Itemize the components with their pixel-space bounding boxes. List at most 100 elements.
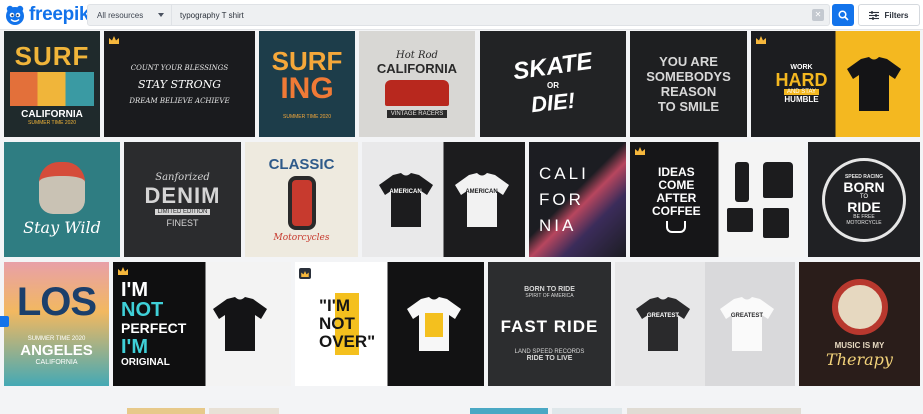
result-music-therapy[interactable]: MUSIC IS MY Therapy	[799, 262, 920, 386]
result-text: NOT	[319, 314, 355, 333]
badge: SPEED RACING BORN TO RIDE BE FREE MOTORC…	[822, 157, 906, 242]
resource-select[interactable]: All resources	[88, 5, 172, 25]
result-text: PERFECT	[121, 320, 187, 336]
result-text: I'M	[121, 279, 148, 301]
next-row-peek	[209, 408, 279, 414]
result-text: AMERICAN	[389, 188, 422, 195]
result-text: I'M	[121, 336, 148, 358]
result-text: CALIFORNIA	[35, 359, 78, 366]
result-text: DIE!	[529, 87, 577, 117]
result-text: YOU ARE	[659, 54, 718, 69]
result-los-angeles[interactable]: LOS SUMMER TIME 2020 ANGELES CALIFORNIA	[4, 262, 109, 386]
premium-crown-icon	[635, 147, 645, 155]
motorcycle-graphic	[287, 176, 316, 230]
search-input[interactable]	[172, 5, 812, 25]
result-text: REASON	[660, 84, 717, 99]
result-text: RIDE TO LIVE	[526, 355, 573, 362]
search-button[interactable]	[832, 4, 854, 26]
result-text: CALI	[539, 163, 589, 183]
merch-bag	[762, 207, 789, 238]
result-text: OVER"	[319, 332, 376, 351]
merch-grid	[726, 161, 793, 238]
result-text: GREATEST	[730, 313, 764, 319]
car-graphic	[385, 80, 449, 106]
result-text: OR	[547, 80, 559, 90]
search-bar: All resources ✕	[87, 4, 830, 26]
freepik-logo[interactable]: freepik	[4, 4, 90, 26]
premium-crown-icon	[756, 36, 766, 44]
result-text: GREATEST	[646, 313, 680, 319]
skull-graphic	[39, 162, 85, 214]
result-text: Sanforized	[155, 171, 210, 183]
premium-crown-icon	[109, 36, 119, 44]
design-block: IDEAS COME AFTER COFFEE	[652, 166, 701, 233]
result-denim[interactable]: Sanforized DENIM LIMITED EDITION FINEST	[124, 142, 241, 257]
result-text: Stay Wild	[23, 218, 101, 237]
merch-shirt	[762, 161, 793, 198]
result-work-hard[interactable]: WORK HARD AND STAY HUMBLE	[751, 31, 920, 137]
freepik-logo-icon	[6, 5, 24, 25]
accessibility-icon[interactable]	[0, 316, 9, 327]
tshirt-icon	[454, 172, 509, 227]
design-block: WORK HARD AND STAY HUMBLE	[767, 64, 837, 104]
result-stay-wild[interactable]: Stay Wild	[4, 142, 120, 257]
result-im-not-perfect[interactable]: I'M NOT PERFECT I'M ORIGINAL	[113, 262, 291, 386]
shirt-light: GREATEST	[716, 293, 778, 355]
result-text: RIDE	[847, 198, 881, 215]
result-ideas-coffee[interactable]: IDEAS COME AFTER COFFEE	[630, 142, 804, 257]
premium-badge	[299, 268, 311, 279]
result-american[interactable]: AMERICAN AMERICAN	[362, 142, 525, 257]
logo-text: freepik	[29, 4, 90, 25]
tshirt-icon	[846, 57, 901, 111]
filters-button[interactable]: Filters	[858, 4, 920, 26]
search-icon	[837, 9, 849, 21]
result-surfing[interactable]: SURF ING SUMMER TIME 2020	[259, 31, 355, 137]
result-text: Therapy	[826, 350, 893, 369]
result-text: SURF	[14, 40, 90, 71]
result-you-are-somebodys[interactable]: YOU ARE SOMEBODYS REASON TO SMILE	[630, 31, 747, 137]
tshirt-icon	[720, 297, 774, 351]
result-classic-motorcycles[interactable]: CLASSIC Motorcycles	[245, 142, 358, 257]
result-text: COFFEE	[652, 204, 701, 218]
result-california-vertical[interactable]: CALI FOR NIA	[529, 142, 626, 257]
result-text: FAST RIDE	[500, 317, 599, 336]
result-fast-ride[interactable]: BORN TO RIDE SPIRIT OF AMERICA FAST RIDE…	[488, 262, 611, 386]
tshirt-icon	[378, 172, 433, 227]
shirt-dark: AMERICAN	[375, 169, 437, 231]
result-text: SKATE	[511, 47, 595, 85]
result-text: CALIFORNIA	[376, 61, 458, 76]
result-text: NIA	[539, 215, 577, 235]
result-text: NOT	[121, 299, 164, 321]
premium-crown-icon	[118, 267, 128, 275]
result-greatest[interactable]: GREATEST GREATEST	[615, 262, 795, 386]
result-text: SURF	[271, 46, 343, 76]
next-row-peek	[127, 408, 205, 414]
result-text: HUMBLE	[784, 95, 819, 104]
result-text: COUNT YOUR BLESSINGS	[130, 63, 229, 72]
design-block: "I'M NOT OVER"	[317, 293, 378, 355]
result-text: SUMMER TIME 2020	[283, 114, 331, 120]
result-text: BORN	[843, 178, 885, 195]
result-quotes-grid[interactable]: COUNT YOUR BLESSINGS STAY STRONG DREAM B…	[104, 31, 255, 137]
result-born-to-ride[interactable]: SPEED RACING BORN TO RIDE BE FREE MOTORC…	[808, 142, 920, 257]
result-text: TO SMILE	[657, 99, 720, 114]
result-text: LIMITED EDITION	[154, 208, 211, 215]
merch-mug	[726, 207, 753, 232]
clear-icon[interactable]: ✕	[812, 9, 824, 21]
result-hot-rod[interactable]: Hot Rod CALIFORNIA VINTAGE RACERS	[359, 31, 475, 137]
result-text: DENIM	[144, 182, 221, 208]
result-skate-or-die[interactable]: SKATE OR DIE!	[480, 31, 626, 137]
result-text: HARD	[775, 70, 828, 90]
tshirt-icon	[407, 297, 462, 351]
result-text: ORIGINAL	[121, 357, 170, 368]
next-row-peek	[552, 408, 622, 414]
result-text: ING	[280, 72, 334, 105]
result-text: LOS	[16, 280, 97, 324]
top-bar: freepik All resources ✕ Filters	[0, 0, 923, 30]
resource-select-label: All resources	[97, 10, 144, 20]
result-surf-california[interactable]: SURF CALIFORNIA SUMMER TIME 2020	[4, 31, 100, 137]
next-row-peek	[627, 408, 801, 414]
result-stripes	[10, 71, 94, 106]
result-im-not-over[interactable]: "I'M NOT OVER"	[295, 262, 484, 386]
result-text: SPIRIT OF AMERICA	[525, 293, 574, 299]
